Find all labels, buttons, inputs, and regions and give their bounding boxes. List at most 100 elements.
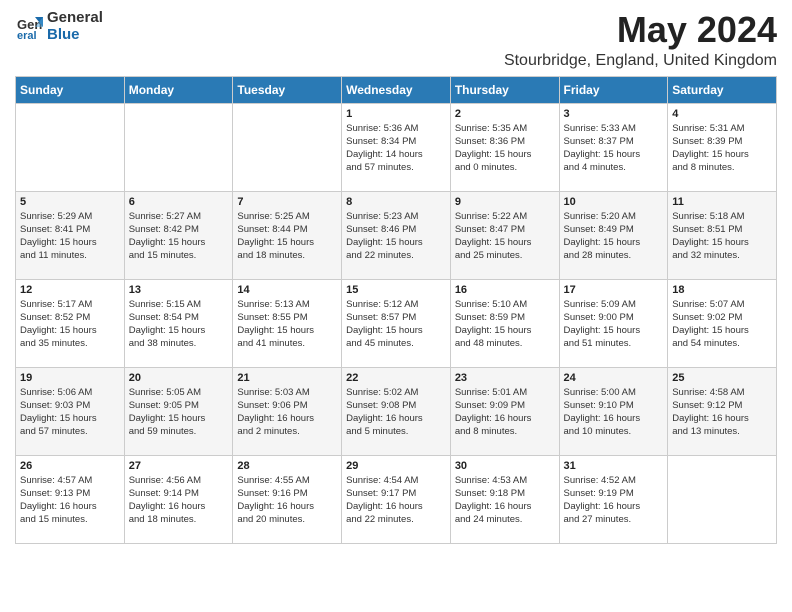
calendar-cell [233, 103, 342, 191]
cell-info-line: Daylight: 15 hours [455, 236, 555, 249]
location: Stourbridge, England, United Kingdom [504, 52, 777, 70]
day-number: 7 [237, 196, 337, 208]
cell-info-line: Sunrise: 5:18 AM [672, 210, 772, 223]
cell-info-line: Sunset: 8:42 PM [129, 223, 229, 236]
calendar-cell: 13Sunrise: 5:15 AMSunset: 8:54 PMDayligh… [124, 279, 233, 367]
cell-info-line: Daylight: 15 hours [455, 324, 555, 337]
cell-info-line: Daylight: 16 hours [564, 500, 664, 513]
cell-info-line: Daylight: 16 hours [672, 412, 772, 425]
calendar-cell: 20Sunrise: 5:05 AMSunset: 9:05 PMDayligh… [124, 367, 233, 455]
cell-info-line: and 45 minutes. [346, 337, 446, 350]
cell-info-line: Sunrise: 5:12 AM [346, 298, 446, 311]
cell-info-line: Sunrise: 5:25 AM [237, 210, 337, 223]
cell-info-line: Sunset: 8:37 PM [564, 135, 664, 148]
cell-info-line: Sunset: 9:13 PM [20, 487, 120, 500]
logo: Gen eral General Blue [15, 10, 103, 43]
cell-info-line: and 41 minutes. [237, 337, 337, 350]
cell-info-line: Daylight: 15 hours [237, 236, 337, 249]
cell-info-line: Daylight: 15 hours [455, 148, 555, 161]
calendar-week-3: 12Sunrise: 5:17 AMSunset: 8:52 PMDayligh… [16, 279, 777, 367]
cell-info-line: Daylight: 15 hours [672, 236, 772, 249]
calendar-cell: 4Sunrise: 5:31 AMSunset: 8:39 PMDaylight… [668, 103, 777, 191]
cell-info-line: Sunset: 9:18 PM [455, 487, 555, 500]
cell-info-line: and 11 minutes. [20, 249, 120, 262]
calendar-cell: 14Sunrise: 5:13 AMSunset: 8:55 PMDayligh… [233, 279, 342, 367]
calendar-cell: 29Sunrise: 4:54 AMSunset: 9:17 PMDayligh… [342, 455, 451, 543]
logo-blue: Blue [47, 27, 103, 44]
day-number: 21 [237, 372, 337, 384]
cell-info-line: and 57 minutes. [346, 161, 446, 174]
cell-info-line: Sunset: 9:09 PM [455, 399, 555, 412]
cell-info-line: Sunset: 9:19 PM [564, 487, 664, 500]
cell-info-line: Daylight: 16 hours [455, 500, 555, 513]
cell-info-line: Sunrise: 5:01 AM [455, 386, 555, 399]
calendar-cell: 26Sunrise: 4:57 AMSunset: 9:13 PMDayligh… [16, 455, 125, 543]
cell-info-line: Sunrise: 5:20 AM [564, 210, 664, 223]
cell-info-line: Sunrise: 5:09 AM [564, 298, 664, 311]
weekday-header-row: SundayMondayTuesdayWednesdayThursdayFrid… [16, 76, 777, 103]
cell-info-line: Sunrise: 5:29 AM [20, 210, 120, 223]
calendar-cell: 2Sunrise: 5:35 AMSunset: 8:36 PMDaylight… [450, 103, 559, 191]
cell-info-line: Sunset: 9:02 PM [672, 311, 772, 324]
cell-info-line: Daylight: 16 hours [455, 412, 555, 425]
cell-info-line: Daylight: 15 hours [672, 148, 772, 161]
cell-info-line: Sunrise: 4:58 AM [672, 386, 772, 399]
day-number: 15 [346, 284, 446, 296]
cell-info-line: Sunrise: 5:33 AM [564, 122, 664, 135]
cell-info-line: Sunset: 9:08 PM [346, 399, 446, 412]
calendar-cell: 27Sunrise: 4:56 AMSunset: 9:14 PMDayligh… [124, 455, 233, 543]
cell-info-line: Daylight: 16 hours [564, 412, 664, 425]
cell-info-line: Daylight: 16 hours [346, 412, 446, 425]
calendar-week-1: 1Sunrise: 5:36 AMSunset: 8:34 PMDaylight… [16, 103, 777, 191]
day-number: 3 [564, 108, 664, 120]
day-number: 14 [237, 284, 337, 296]
day-number: 26 [20, 460, 120, 472]
cell-info-line: Sunset: 9:16 PM [237, 487, 337, 500]
cell-info-line: Sunrise: 5:15 AM [129, 298, 229, 311]
calendar-cell: 18Sunrise: 5:07 AMSunset: 9:02 PMDayligh… [668, 279, 777, 367]
cell-info-line: and 8 minutes. [455, 425, 555, 438]
calendar-cell: 7 Sunrise: 5:25 AMSunset: 8:44 PMDaylight… [233, 191, 342, 279]
cell-info-line: and 27 minutes. [564, 513, 664, 526]
calendar-cell: 8Sunrise: 5:23 AMSunset: 8:46 PMDaylight… [342, 191, 451, 279]
day-number: 8 [346, 196, 446, 208]
day-number: 10 [564, 196, 664, 208]
cell-info-line: Daylight: 15 hours [346, 324, 446, 337]
cell-info-line: Sunset: 8:39 PM [672, 135, 772, 148]
cell-info-line: and 57 minutes. [20, 425, 120, 438]
day-number: 27 [129, 460, 229, 472]
calendar-cell: 10Sunrise: 5:20 AMSunset: 8:49 PMDayligh… [559, 191, 668, 279]
cell-info-line: Daylight: 15 hours [564, 236, 664, 249]
cell-info-line: and 59 minutes. [129, 425, 229, 438]
cell-info-line: and 13 minutes. [672, 425, 772, 438]
cell-info-line: Sunset: 9:03 PM [20, 399, 120, 412]
cell-info-line: Sunset: 8:52 PM [20, 311, 120, 324]
cell-info-line: and 8 minutes. [672, 161, 772, 174]
cell-info-line: Daylight: 15 hours [20, 412, 120, 425]
calendar-cell: 6Sunrise: 5:27 AMSunset: 8:42 PMDaylight… [124, 191, 233, 279]
day-number: 23 [455, 372, 555, 384]
cell-info-line: Sunrise: 5:22 AM [455, 210, 555, 223]
day-number: 22 [346, 372, 446, 384]
cell-info-line: and 15 minutes. [20, 513, 120, 526]
cell-info-line: Sunset: 8:34 PM [346, 135, 446, 148]
cell-info-line: and 48 minutes. [455, 337, 555, 350]
cell-info-line: and 0 minutes. [455, 161, 555, 174]
cell-info-line: and 25 minutes. [455, 249, 555, 262]
day-number: 29 [346, 460, 446, 472]
logo-icon: Gen eral [15, 13, 43, 41]
day-number: 1 [346, 108, 446, 120]
cell-info-line: Sunset: 8:36 PM [455, 135, 555, 148]
cell-info-line: and 32 minutes. [672, 249, 772, 262]
cell-info-line: Sunset: 8:41 PM [20, 223, 120, 236]
cell-info-line: Daylight: 16 hours [237, 500, 337, 513]
cell-info-line: Sunset: 8:51 PM [672, 223, 772, 236]
weekday-header-saturday: Saturday [668, 76, 777, 103]
cell-info-line: Sunset: 8:57 PM [346, 311, 446, 324]
cell-info-line: Sunset: 8:44 PM [237, 223, 337, 236]
day-number: 30 [455, 460, 555, 472]
cell-info-line: Sunset: 9:10 PM [564, 399, 664, 412]
day-number: 4 [672, 108, 772, 120]
calendar-cell: 3Sunrise: 5:33 AMSunset: 8:37 PMDaylight… [559, 103, 668, 191]
cell-info-line: Daylight: 15 hours [672, 324, 772, 337]
